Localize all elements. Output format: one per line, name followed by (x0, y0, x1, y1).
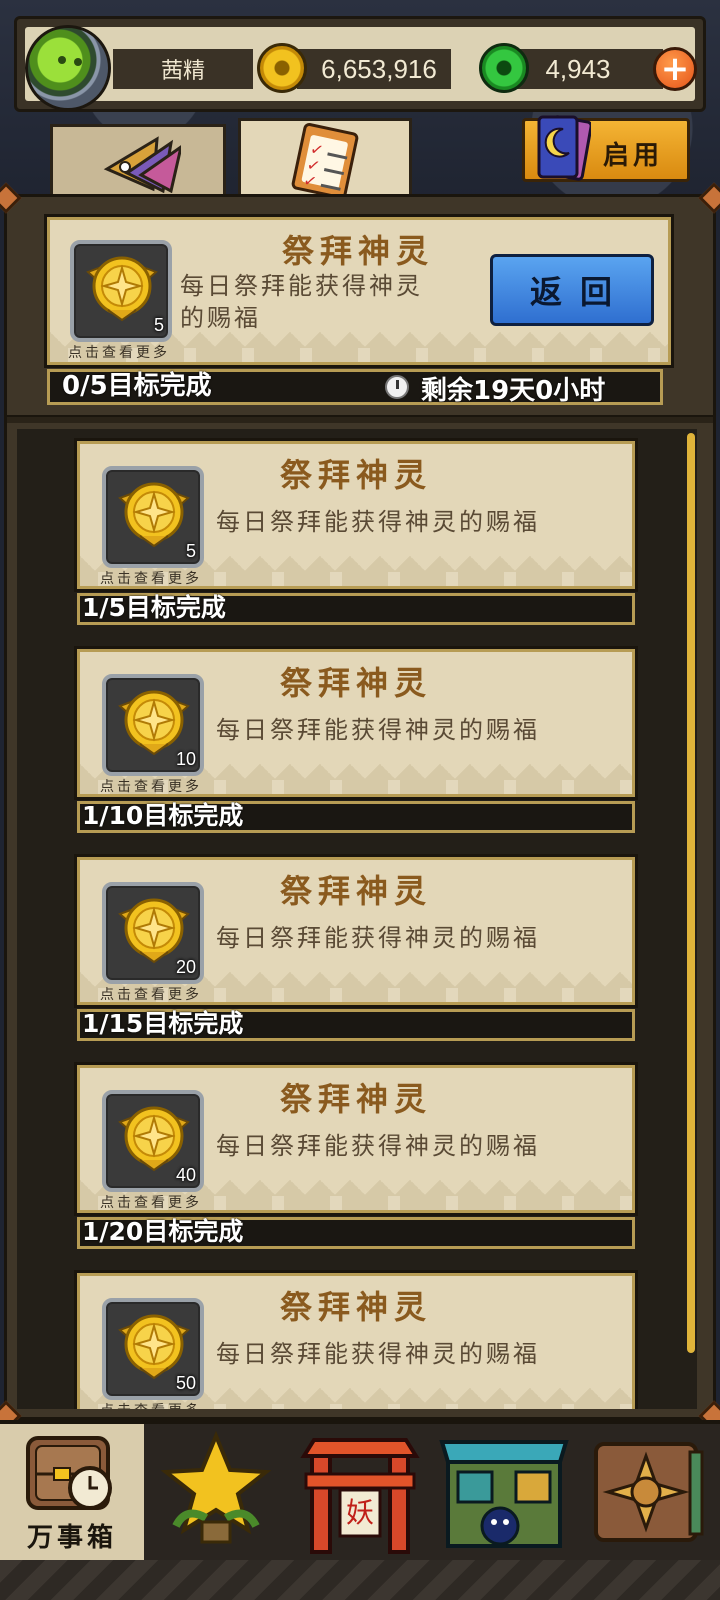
star-trophy-icon (160, 1430, 272, 1544)
task-list[interactable]: 5 点击查看更多 祭拜神灵 每日祭拜能获得神灵的赐福 1/5目标完成 10 点击… (17, 429, 697, 1409)
list-scrollbar[interactable] (687, 433, 695, 1353)
moon-card-icon (537, 115, 591, 181)
remaining-time: 剩余19天0小时 (421, 376, 606, 406)
badge-count: 20 (175, 957, 196, 977)
demon-gate-icon: 妖 (300, 1438, 420, 1554)
back-button[interactable]: 返回 (490, 254, 654, 326)
enable-label: 启用 (603, 141, 664, 171)
green-frog-avatar-icon[interactable] (25, 25, 111, 111)
task-title: 祭拜神灵 (282, 232, 435, 270)
task-description: 每日祭拜能获得神灵的赐福 (216, 924, 540, 952)
task-description: 每日祭拜能获得神灵 (180, 272, 423, 300)
gold-star-medal-icon (118, 482, 190, 548)
nav-item-trophy[interactable] (144, 1424, 288, 1560)
top-resource-bar: 茜精 6,653,916 4,943 + (14, 16, 706, 112)
task-title: 祭拜神灵 (280, 1080, 433, 1118)
task-title: 祭拜神灵 (280, 872, 433, 910)
task-progress-bar: 1/20目标完成 (77, 1217, 635, 1249)
badge-count: 5 (153, 315, 164, 335)
section-divider (7, 415, 713, 423)
jade-amount: 4,943 (517, 49, 663, 89)
task-description: 每日祭拜能获得神灵的赐福 (216, 508, 540, 536)
badge-frame[interactable]: 5 (102, 466, 204, 568)
flags-icon (103, 136, 181, 193)
view-more-tip[interactable]: 点击查看更多 (100, 984, 202, 1002)
gold-star-medal-icon (86, 256, 158, 322)
badge-frame[interactable]: 10 (102, 674, 204, 776)
badge-count: 40 (175, 1165, 196, 1185)
badge-frame[interactable]: 20 (102, 882, 204, 984)
badge-frame[interactable]: 5 (70, 240, 172, 342)
nav-decorative-strip (0, 1560, 720, 1600)
add-jade-button[interactable]: + (653, 47, 697, 91)
task-progress-bar: 1/5目标完成 (77, 593, 635, 625)
nav-item-market[interactable] (432, 1424, 576, 1560)
nav-item-book[interactable] (576, 1424, 720, 1560)
task-progress-bar: 1/15目标完成 (77, 1009, 635, 1041)
badge-count: 5 (185, 541, 196, 561)
badge-count: 50 (175, 1373, 196, 1393)
task-description: 每日祭拜能获得神灵的赐福 (216, 716, 540, 744)
task-title: 祭拜神灵 (280, 1288, 433, 1326)
player-name: 茜精 (113, 49, 253, 89)
badge-frame[interactable]: 40 (102, 1090, 204, 1192)
achievement-panel: 5 点击查看更多 祭拜神灵 每日祭拜能获得神灵 的赐福 返回 0/5目标完成 剩… (0, 182, 720, 1432)
nav-item-demon-gate[interactable]: 妖 (288, 1424, 432, 1560)
view-more-tip[interactable]: 点击查看更多 (100, 776, 202, 794)
view-more-tip[interactable]: 点击查看更多 (68, 342, 170, 362)
view-more-tip[interactable]: 点击查看更多 (100, 1192, 202, 1210)
view-more-tip[interactable]: 点击查看更多 (100, 568, 202, 586)
task-card: 10 点击查看更多 祭拜神灵 每日祭拜能获得神灵的赐福 (74, 646, 638, 800)
task-description-line2: 的赐福 (180, 304, 261, 332)
clipboard-checklist-icon: ✓ ✓ ✓ (290, 121, 360, 201)
header-progress-text: 0/5目标完成 (62, 371, 212, 401)
gold-coin-icon (257, 43, 307, 93)
header-card: 5 点击查看更多 祭拜神灵 每日祭拜能获得神灵 的赐福 返回 (44, 214, 674, 368)
treasure-chest-clock-icon (26, 1436, 112, 1510)
task-description: 每日祭拜能获得神灵的赐福 (216, 1132, 540, 1160)
task-title: 祭拜神灵 (280, 456, 433, 494)
task-card: 20 点击查看更多 祭拜神灵 每日祭拜能获得神灵的赐福 (74, 854, 638, 1008)
badge-count: 10 (175, 749, 196, 769)
tab-flags[interactable] (50, 124, 226, 196)
stopwatch-icon (385, 375, 409, 399)
gold-amount: 6,653,916 (297, 49, 451, 89)
bottom-nav: 万事箱 妖 (0, 1420, 720, 1600)
market-stall-icon (439, 1440, 569, 1548)
gate-sign-text: 妖 (346, 1496, 374, 1529)
enable-button[interactable]: 启用 (522, 115, 690, 182)
task-card: 40 点击查看更多 祭拜神灵 每日祭拜能获得神灵的赐福 (74, 1062, 638, 1216)
view-more-tip[interactable]: 点击查看更多 (100, 1400, 202, 1409)
badge-frame[interactable]: 50 (102, 1298, 204, 1400)
book-compass-icon (594, 1442, 704, 1542)
task-progress-bar: 1/10目标完成 (77, 801, 635, 833)
tab-checklist[interactable]: ✓ ✓ ✓ (238, 118, 412, 201)
nav-item-wanshixiang[interactable]: 万事箱 (0, 1424, 144, 1560)
task-card: 50 点击查看更多 祭拜神灵 每日祭拜能获得神灵的赐福 (74, 1270, 638, 1409)
task-description: 每日祭拜能获得神灵的赐福 (216, 1340, 540, 1368)
nav-label: 万事箱 (26, 1523, 117, 1553)
task-card: 5 点击查看更多 祭拜神灵 每日祭拜能获得神灵的赐福 (74, 438, 638, 592)
jade-coin-icon (479, 43, 529, 93)
task-title: 祭拜神灵 (280, 664, 433, 702)
